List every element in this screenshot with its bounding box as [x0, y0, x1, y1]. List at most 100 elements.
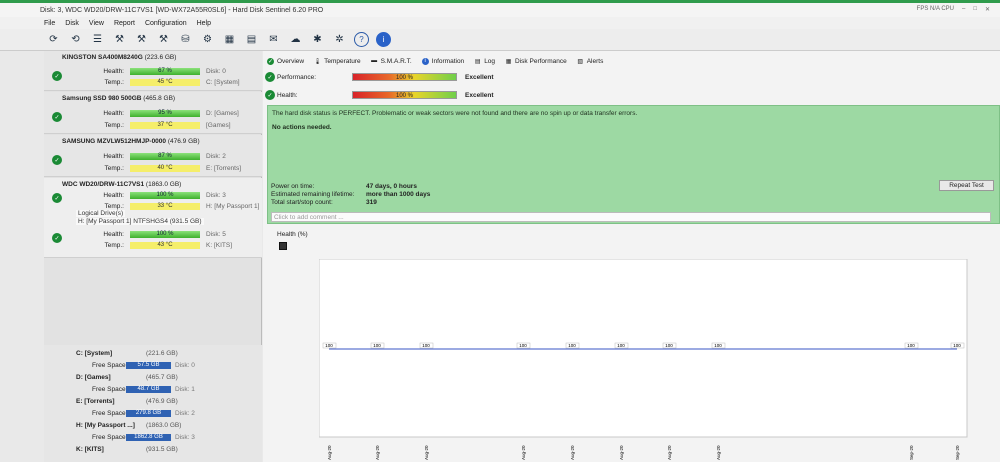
check-icon: ✓	[267, 57, 274, 65]
performance-label: Performance:	[277, 73, 317, 81]
toolbar: ⟳ ⟲ ☰ ⚒ ⚒ ⚒ ⛁ ⚙ ▦ ▤ ✉ ☁ ✱ ✲ ? i	[0, 29, 1000, 51]
menu-file[interactable]: File	[44, 20, 55, 27]
refresh-all-icon[interactable]: ⟲	[68, 32, 83, 47]
performance-bar: 100 %	[352, 73, 457, 81]
info-value: 319	[366, 198, 377, 206]
health-label: Health:	[103, 153, 124, 160]
volume-disk: Disk: 3	[175, 434, 195, 441]
temp-label: Temp.:	[104, 79, 124, 86]
maximize-button[interactable]: □	[973, 6, 977, 13]
volume-entry[interactable]: E: [Torrents] (476.9 GB)	[76, 398, 178, 405]
free-space-row: Free Space 57.5 GB Disk: 0	[92, 362, 195, 369]
volume-entry[interactable]: H: [My Passport ...] (1863.0 GB)	[76, 422, 181, 429]
data-label: 100	[325, 343, 333, 348]
volume-size: (465.7 GB)	[146, 374, 178, 381]
volumes-panel: C: [System] (221.6 GB) Free Space 57.5 GB D…	[44, 345, 262, 462]
data-label: 100	[617, 343, 625, 348]
health-bar: 67 %	[130, 68, 200, 75]
volume-name: D: [Games]	[76, 374, 111, 381]
info-value: 47 days, 0 hours	[366, 182, 417, 190]
close-button[interactable]: ✕	[985, 6, 990, 13]
health-label: Health:	[103, 68, 124, 75]
data-label: 100	[953, 343, 961, 348]
disk-title: WDC WD20/DRW-11C7VS1 (1863.0 GB)	[62, 181, 182, 188]
volume-entry[interactable]: C: [System] (221.6 GB)	[76, 350, 178, 357]
x-tick-label: Aug-20	[619, 445, 624, 460]
x-tick-label: Sep-20	[909, 445, 914, 460]
free-space-label: Free Space	[92, 386, 126, 393]
info-icon: i	[421, 57, 429, 65]
alert-icon: ▧	[577, 58, 584, 65]
x-tick-label: Aug-20	[716, 445, 721, 460]
temp-bar: 37 °C	[130, 122, 200, 129]
options-icon[interactable]: ⚙	[200, 32, 215, 47]
info-icon[interactable]: i	[376, 32, 391, 47]
volume-disk: Disk: 0	[175, 362, 195, 369]
health-row: Health: 100 % Disk: 3	[84, 192, 226, 199]
tab-label: Disk Performance	[515, 57, 567, 65]
fps-readout: FPS N/A CPU	[916, 6, 954, 12]
temp-row: Temp.: 45 °C C: [System]	[84, 79, 240, 86]
email-icon[interactable]: ✉	[266, 32, 281, 47]
disk-entry-0[interactable]: KINGSTON SA400M8240G (223.6 GB) ✓ Health…	[44, 51, 262, 91]
disk-entry-3[interactable]: WDC WD20/DRW-11C7VS1 (1863.0 GB) ✓ Healt…	[44, 178, 262, 258]
disk-entry-2[interactable]: SAMSUNG MZVLW512HMJP-0000 (476.9 GB) ✓ H…	[44, 135, 262, 177]
tab-information[interactable]: i Information	[421, 57, 464, 65]
performance-icon: ▦	[505, 58, 512, 65]
repeat-test-button[interactable]: Repeat Test	[939, 180, 994, 191]
logical-drives-tooltip-title: Logical Drive(s)	[76, 210, 126, 217]
tab-temperature[interactable]: 🌡 Temperature	[314, 58, 361, 65]
test3-icon[interactable]: ⚒	[156, 32, 171, 47]
settings-icon[interactable]: ✱	[310, 32, 325, 47]
menu-configuration[interactable]: Configuration	[145, 20, 187, 27]
comment-input[interactable]: Click to add comment ...	[271, 212, 991, 222]
minimize-button[interactable]: –	[962, 6, 965, 13]
volume-entry[interactable]: K: [KITS] (931.5 GB)	[76, 446, 178, 453]
menu-help[interactable]: Help	[197, 20, 211, 27]
volume-name: E: [Torrents]	[76, 398, 115, 405]
temp-row: Temp.: 37 °C [Games]	[84, 122, 231, 129]
volume-size: (221.6 GB)	[146, 350, 178, 357]
calendar-icon[interactable]: ▦	[222, 32, 237, 47]
log-icon: ▤	[474, 58, 481, 65]
check-icon: ✓	[52, 71, 62, 81]
disk-title: SAMSUNG MZVLW512HMJP-0000 (476.9 GB)	[62, 138, 200, 145]
menu-report[interactable]: Report	[114, 20, 135, 27]
x-tick-label: Sep-20	[955, 445, 960, 460]
tab-log[interactable]: ▤ Log	[474, 58, 495, 65]
info-key: Power on time:	[271, 182, 315, 190]
health-bar: 100 %	[352, 91, 457, 99]
temp-label: Temp.:	[104, 242, 124, 249]
drive-icon[interactable]: ⛁	[178, 32, 193, 47]
free-space-bar: 279.8 GB	[126, 410, 171, 417]
weather-icon[interactable]: ☁	[288, 32, 303, 47]
test2-icon[interactable]: ⚒	[134, 32, 149, 47]
volume-entry[interactable]: D: [Games] (465.7 GB)	[76, 374, 178, 381]
health-bar: 95 %	[130, 110, 200, 117]
logical-drives-tooltip-entry: H: [My Passport 1] NTFSHGS4 (931.5 GB)	[76, 218, 204, 225]
temp-label: Temp.:	[104, 122, 124, 129]
data-label: 100	[907, 343, 915, 348]
menu-view[interactable]: View	[89, 20, 104, 27]
save-icon[interactable]	[279, 242, 287, 250]
menu-disk[interactable]: Disk	[65, 20, 79, 27]
health-bar: 87 %	[130, 153, 200, 160]
disk-entry-1[interactable]: Samsung SSD 980 500GB (465.8 GB) ✓ Healt…	[44, 92, 262, 134]
health-row: ✓ Health: 100 % Excellent	[263, 90, 494, 100]
health-bar: 100 %	[130, 192, 200, 199]
info-row: Power on time: 47 days, 0 hours	[271, 182, 430, 190]
export-icon[interactable]: ▤	[244, 32, 259, 47]
tab-overview[interactable]: ✓ Overview	[267, 57, 304, 65]
settings2-icon[interactable]: ✲	[332, 32, 347, 47]
disk-list-icon[interactable]: ☰	[90, 32, 105, 47]
test-icon[interactable]: ⚒	[112, 32, 127, 47]
status-box: The hard disk status is PERFECT. Problem…	[267, 105, 1000, 224]
title-right: FPS N/A CPU – □ ✕	[917, 6, 990, 13]
tab-alerts[interactable]: ▧ Alerts	[577, 57, 604, 65]
tab-smart[interactable]: ▬ S.M.A.R.T.	[371, 58, 412, 65]
tab-label: Alerts	[586, 57, 604, 65]
help-icon[interactable]: ?	[354, 32, 369, 47]
x-tick-label: Aug-20	[667, 445, 672, 460]
refresh-icon[interactable]: ⟳	[46, 32, 61, 47]
tab-disk-performance[interactable]: ▦ Disk Performance	[505, 58, 567, 65]
